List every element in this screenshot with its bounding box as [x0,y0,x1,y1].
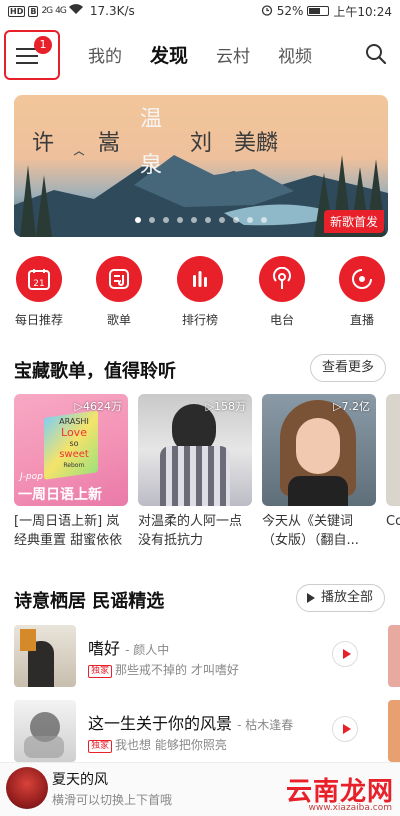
daily-recommend-button[interactable]: 21 每日推荐 [3,256,75,328]
playlist-cover: ARASHI Love so sweet Reborn J-pop 一周日语上新… [14,394,128,506]
chart-bars-icon [177,256,223,302]
song-row[interactable]: 嗜好 - 颜人中 独家 那些戒不掉的 才叫嗜好 [14,625,400,689]
tab-cloud-village[interactable]: 云村 [216,42,250,67]
battery-percent: 52% [276,4,304,18]
icon-label: 排行榜 [181,313,218,327]
alarm-icon [261,4,273,19]
exclusive-badge: 独家 [88,665,113,678]
playlist-card[interactable]: ▷158万 对温柔的人阿一点没有抵抗力 [138,394,252,550]
playlist-title: Co [386,514,400,529]
song-play-button[interactable] [332,641,358,667]
next-song-cover-peek [388,625,400,687]
playlist-title: 今天从《关键词（女版）（翻自... [262,514,359,548]
icon-label: 歌单 [106,313,131,327]
playlist-button[interactable]: 歌单 [83,256,155,328]
song-artist: - 颜人中 [125,643,170,657]
song-title: 嗜好 - 颜人中 [88,639,170,658]
radio-button[interactable]: 电台 [246,256,318,328]
clock: 上午10:24 [333,4,392,19]
charts-button[interactable]: 排行榜 [164,256,236,328]
playlist-card[interactable]: ARASHI Love so sweet Reborn J-pop 一周日语上新… [14,394,128,550]
play-icon [307,593,315,603]
song-title: 这一生关于你的风景 - 枯木逢春 [88,714,294,733]
now-playing-title: 夏天的风 [52,772,108,788]
play-count: ▷4624万 [74,400,122,413]
banner-tag: 新歌首发 [323,210,384,233]
playlist-icon [96,256,142,302]
song-play-button[interactable] [332,716,358,742]
song-artist: - 枯木逢春 [237,718,294,732]
signal-4g: 4G [55,6,67,16]
search-icon[interactable] [364,42,388,66]
song-subtitle: 独家 那些戒不掉的 才叫嗜好 [88,661,239,678]
play-all-label: 播放全部 [321,590,374,605]
now-playing-cover [6,767,48,809]
live-icon [339,256,385,302]
song-cover [14,700,76,762]
play-count: ▷7.2亿 [333,400,370,413]
tab-mine[interactable]: 我的 [88,42,122,67]
calendar-icon: 21 [16,256,62,302]
play-count: ▷158万 [205,400,246,413]
network-speed: 17.3K/s [89,4,135,18]
tab-video[interactable]: 视频 [278,42,312,67]
exclusive-badge: 独家 [88,740,113,753]
playlist-title: [一周日语上新] 岚经典重置 甜蜜依依然 [14,514,123,548]
playlist-card[interactable]: Co [386,394,400,550]
battery-icon [307,6,330,16]
top-nav: 1 我的 发现 云村 视频 [0,26,400,82]
section-title-treasure: 宝藏歌单，值得聆听 [14,361,176,382]
hd-indicator: HD [8,5,26,17]
quick-entry-row: 21 每日推荐 歌单 排行榜 电台 直播 [0,256,400,328]
signal-2g: 2G [41,6,53,16]
wifi-icon [68,4,83,18]
radio-icon [259,256,305,302]
live-button[interactable]: 直播 [326,256,398,328]
playlist-cover: ▷7.2亿 [262,394,376,506]
icon-label: 每日推荐 [14,313,63,327]
status-bar: HD B 2G 4G 17.3K/s 52% 上午10:24 [0,0,400,22]
song-cover [14,625,76,687]
playlist-cover: ▷158万 [138,394,252,506]
tab-discover[interactable]: 发现 [150,41,188,68]
playlist-title: 对温柔的人阿一点没有抵抗力 [138,514,243,548]
song-subtitle: 独家 我也想 能够把你照亮 [88,736,227,753]
play-all-button[interactable]: 播放全部 [296,584,386,612]
song-row[interactable]: 这一生关于你的风景 - 枯木逢春 独家 我也想 能够把你照亮 [14,700,400,764]
calendar-date: 21 [33,279,44,289]
view-more-button[interactable]: 查看更多 [310,354,387,382]
next-song-cover-peek [388,700,400,762]
playlist-cover [386,394,400,506]
banner-title-char: 美麟 [234,131,279,156]
b-indicator: B [28,5,39,17]
icon-label: 电台 [269,313,294,327]
watermark-url: www.xiazaiba.com [308,803,392,813]
section-title-folk: 诗意栖居 民谣精选 [14,591,165,612]
mini-player[interactable]: 夏天的风 横滑可以切换上下首哦 云南龙网 www.xiazaiba.com [0,762,400,816]
playlist-card[interactable]: ▷7.2亿 今天从《关键词（女版）（翻自... [262,394,376,550]
banner-title-char: 刘 [190,131,213,156]
menu-button[interactable]: 1 [4,30,60,80]
banner-title-char: 嵩 [98,131,121,156]
banner-title-char: 温 [140,107,163,132]
banner[interactable]: 许 嵩 温 泉 刘 美麟 新歌首发 [14,95,388,237]
menu-icon [16,48,38,64]
icon-label: 直播 [349,313,374,327]
banner-title-char: 泉 [140,153,163,178]
now-playing-hint: 横滑可以切换上下首哦 [52,793,173,807]
notification-badge: 1 [34,36,52,54]
banner-title-char: 许 [32,131,55,156]
